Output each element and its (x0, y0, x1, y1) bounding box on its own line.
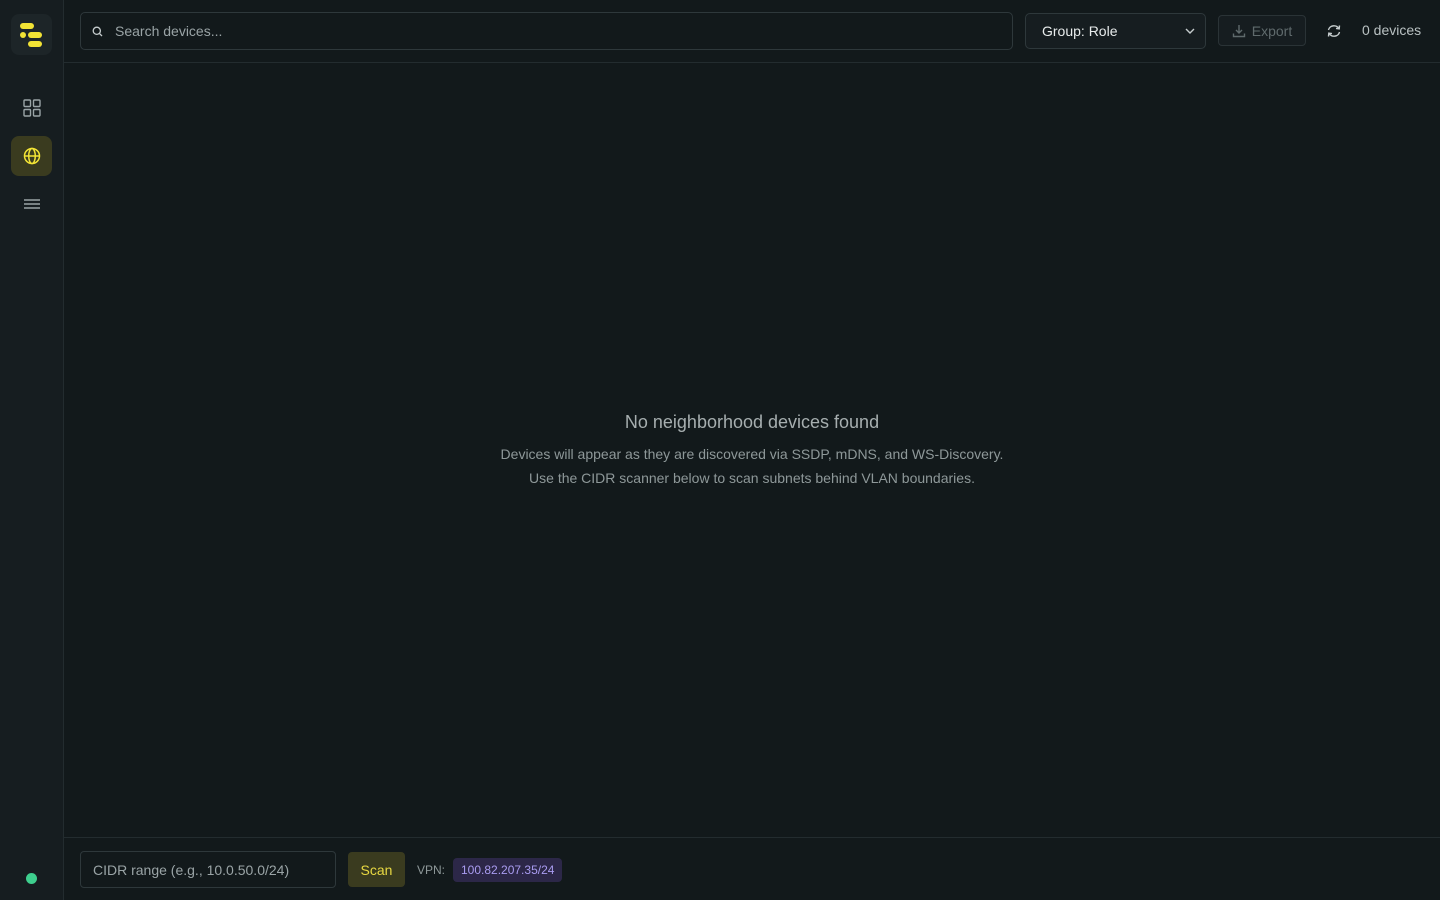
grid-icon (22, 99, 41, 117)
vpn-subnet-badge[interactable]: 100.82.207.35/24 (453, 858, 563, 882)
device-count: 0 devices (1362, 22, 1422, 38)
search-icon (81, 26, 113, 37)
group-by-select[interactable]: Group: Role (1025, 13, 1206, 49)
sidebar (0, 0, 64, 900)
search-input[interactable] (113, 13, 1012, 49)
group-by-label: Group: Role (1042, 23, 1118, 39)
cidr-scanner-bar: Scan VPN: 100.82.207.35/24 (64, 837, 1440, 900)
empty-state-description: Devices will appear as they are discover… (500, 446, 1004, 462)
vpn-label: VPN: (417, 863, 446, 877)
globe-icon (23, 147, 40, 165)
export-button[interactable]: Export (1218, 15, 1306, 46)
toolbar: Group: Role Export 0 devices (64, 0, 1440, 63)
empty-state-title: No neighborhood devices found (624, 412, 880, 432)
sidebar-item-network[interactable] (11, 136, 52, 176)
logo-icon (19, 22, 42, 47)
menu-icon (23, 199, 40, 209)
sidebar-item-list[interactable] (11, 184, 52, 224)
download-icon (1232, 24, 1245, 37)
cidr-range-input[interactable] (80, 851, 336, 888)
search-box[interactable] (80, 12, 1013, 50)
refresh-button[interactable] (1322, 20, 1346, 42)
refresh-icon (1327, 25, 1341, 37)
export-label: Export (1251, 22, 1293, 39)
sidebar-item-dashboard[interactable] (11, 88, 52, 128)
app-logo[interactable] (11, 14, 52, 55)
scan-button[interactable]: Scan (348, 852, 405, 887)
empty-state: No neighborhood devices found Devices wi… (64, 412, 1440, 490)
chevron-down-icon (1185, 28, 1195, 34)
app-root: Group: Role Export 0 devices No neighbor… (0, 0, 1440, 900)
empty-state-hint: Use the CIDR scanner below to scan subne… (529, 470, 975, 486)
connection-status-dot (26, 873, 37, 884)
